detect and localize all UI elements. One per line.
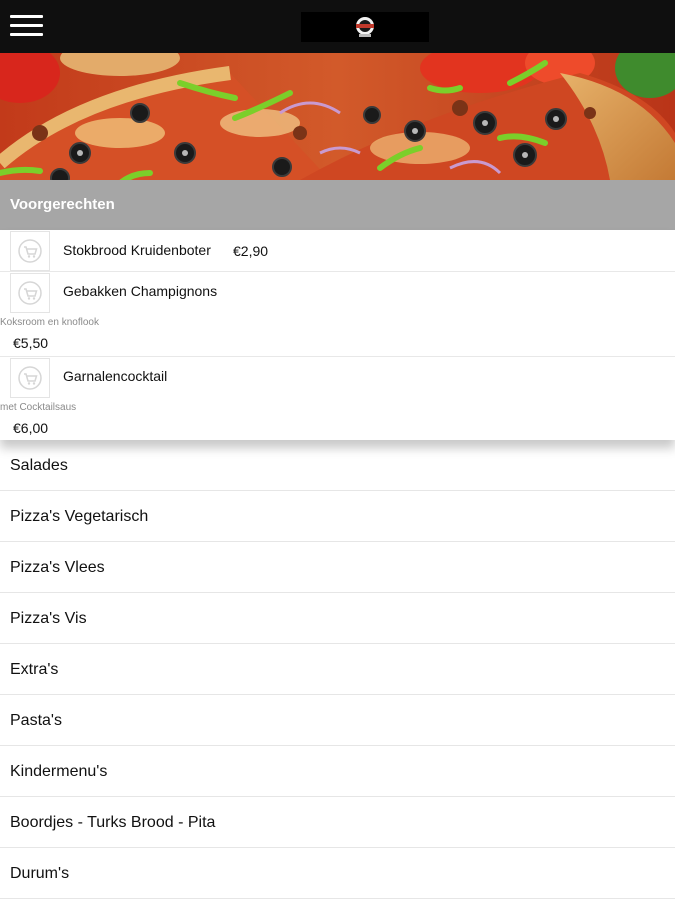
item-name: Stokbrood Kruidenboter — [63, 242, 211, 258]
category-label: Boordjes - Turks Brood - Pita — [10, 814, 216, 831]
item-thumbnail — [10, 358, 50, 398]
item-price: €2,90 — [233, 243, 269, 259]
category-row-durums[interactable]: Durum's — [0, 848, 675, 899]
category-label: Kindermenu's — [10, 763, 108, 780]
category-row-salades[interactable]: Salades — [0, 440, 675, 491]
category-label: Durum's — [10, 865, 70, 882]
shopping-cart-icon — [18, 366, 42, 390]
category-row-boordjes[interactable]: Boordjes - Turks Brood - Pita — [0, 797, 675, 848]
category-label: Pizza's Vegetarisch — [10, 508, 149, 525]
category-label: Salades — [10, 457, 68, 474]
shopping-cart-icon — [18, 239, 42, 263]
category-row-extras[interactable]: Extra's — [0, 644, 675, 695]
item-description: Koksroom en knoflook — [0, 317, 99, 328]
category-row-kindermenus[interactable]: Kindermenu's — [0, 746, 675, 797]
item-thumbnail — [10, 273, 50, 313]
category-row-pizzas-vegetarisch[interactable]: Pizza's Vegetarisch — [0, 491, 675, 542]
category-items-panel: Stokbrood Kruidenboter €2,90 Gebakken Ch… — [0, 230, 675, 440]
category-header-label: Voorgerechten — [10, 196, 115, 213]
category-list: Salades Pizza's Vegetarisch Pizza's Vlee… — [0, 440, 675, 899]
top-app-bar — [0, 0, 675, 53]
item-price: €5,50 — [13, 335, 49, 351]
category-row-pizzas-vis[interactable]: Pizza's Vis — [0, 593, 675, 644]
item-price: €6,00 — [13, 420, 49, 436]
menu-item-champignons[interactable]: Gebakken Champignons Koksroom en knofloo… — [0, 271, 675, 357]
item-name: Gebakken Champignons — [63, 283, 218, 299]
item-description: met Cocktailsaus — [0, 402, 77, 413]
item-thumbnail — [10, 231, 50, 271]
pizza-banner-image — [0, 53, 675, 180]
category-row-pastas[interactable]: Pasta's — [0, 695, 675, 746]
shopping-cart-icon — [18, 281, 42, 305]
logo[interactable] — [301, 12, 429, 42]
menu-item-stokbrood[interactable]: Stokbrood Kruidenboter €2,90 — [0, 230, 675, 272]
category-label: Pasta's — [10, 712, 62, 729]
category-label: Pizza's Vlees — [10, 559, 105, 576]
category-row-pizzas-vlees[interactable]: Pizza's Vlees — [0, 542, 675, 593]
pizzeria-logo-icon — [356, 17, 374, 37]
category-label: Extra's — [10, 661, 59, 678]
hamburger-menu-icon[interactable] — [10, 15, 43, 39]
category-label: Pizza's Vis — [10, 610, 87, 627]
menu-item-garnalencocktail[interactable]: Garnalencocktail met Cocktailsaus €6,00 — [0, 356, 675, 440]
category-header-voorgerechten[interactable]: Voorgerechten — [0, 180, 675, 230]
item-name: Garnalencocktail — [63, 368, 168, 384]
